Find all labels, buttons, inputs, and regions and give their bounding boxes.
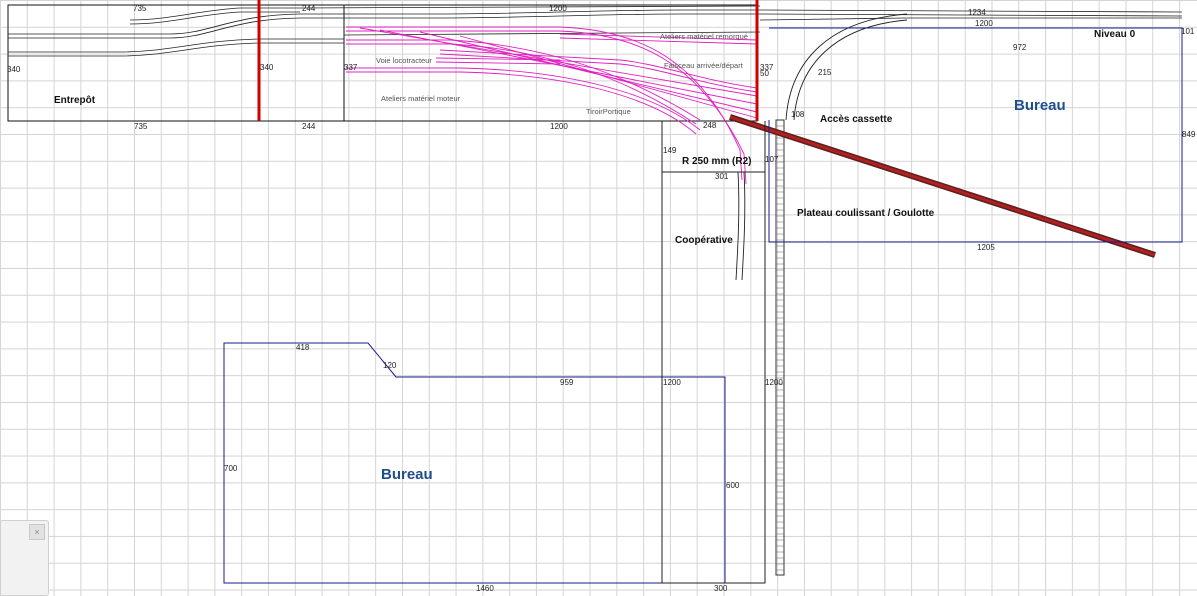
dim-label: 337 — [344, 63, 358, 72]
dim-label: 1200 — [765, 378, 783, 387]
zone-label-bureau-bottom: Bureau — [381, 466, 433, 483]
dim-label: 735 — [133, 4, 147, 13]
dim-label: 700 — [224, 464, 238, 473]
dim-label: 244 — [302, 122, 316, 131]
track-label: Ateliers matériel remorqué — [660, 32, 748, 41]
baseboard-entrepot — [7, 4, 260, 122]
cooperative-frame — [661, 121, 766, 584]
zone-label-plateau: Plateau coulissant / Goulotte — [797, 208, 935, 219]
close-icon[interactable]: × — [29, 524, 45, 540]
dim-label: 108 — [791, 110, 805, 119]
dim-label: 107 — [765, 155, 779, 164]
dim-label: 300 — [714, 584, 728, 593]
cassette-track — [775, 119, 785, 576]
zone-label-entrepot: Entrepôt — [54, 95, 96, 106]
diagonal-goulotte — [729, 114, 1156, 258]
track-label: Ateliers matériel moteur — [381, 94, 461, 103]
dim-label: 735 — [134, 122, 148, 131]
dim-label: 600 — [726, 481, 740, 490]
dim-label: 50 — [760, 69, 769, 78]
dim-label: 101 — [1181, 27, 1195, 36]
dim-label: 1200 — [663, 378, 681, 387]
dim-label: 149 — [663, 146, 677, 155]
dim-label: 972 — [1013, 43, 1027, 52]
dim-label: 1200 — [549, 4, 567, 13]
zone-label-acces-cassette: Accès cassette — [820, 114, 893, 125]
track-label: Voie locotracteur — [376, 56, 432, 65]
zone-label-bureau-top: Bureau — [1014, 97, 1066, 114]
dim-label: 418 — [296, 343, 310, 352]
floating-panel[interactable]: × — [0, 520, 49, 596]
dim-label: 340 — [7, 65, 21, 74]
dim-label: 248 — [703, 121, 717, 130]
dim-label: 849 — [1182, 130, 1196, 139]
zone-label-r250: R 250 mm (R2) — [682, 156, 752, 167]
dim-label: 1200 — [975, 19, 993, 28]
dim-label: 1200 — [550, 122, 568, 131]
dim-label: 244 — [302, 4, 316, 13]
dim-label: 1205 — [977, 243, 995, 252]
track-label: Faisceau arrivée/départ — [664, 61, 743, 70]
dim-label: 340 — [260, 63, 274, 72]
track-label: TiroirPortique — [586, 107, 631, 116]
dim-label: 959 — [560, 378, 574, 387]
dim-label: 1234 — [968, 8, 986, 17]
dim-label: 215 — [818, 68, 832, 77]
zone-label-cooperative: Coopérative — [675, 235, 733, 246]
zone-label-niveau0: Niveau 0 — [1094, 29, 1136, 40]
main-tracks — [8, 5, 1183, 57]
dim-label: 120 — [383, 361, 397, 370]
dim-label: 1460 — [476, 584, 494, 593]
layout-canvas[interactable] — [0, 0, 1197, 596]
dim-label: 301 — [715, 172, 729, 181]
